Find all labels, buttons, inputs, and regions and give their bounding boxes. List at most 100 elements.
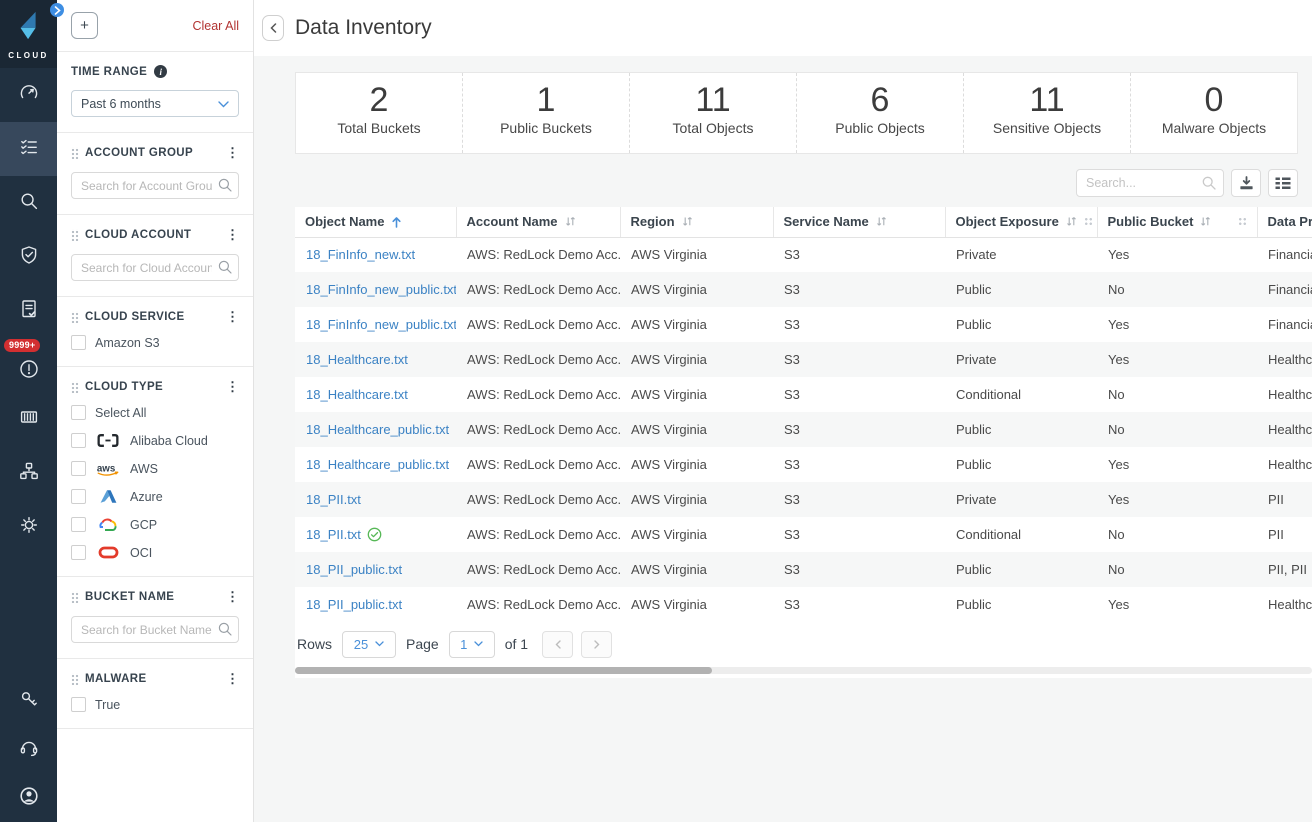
checkbox[interactable]: [71, 461, 86, 476]
collapse-filter-button[interactable]: [262, 15, 284, 41]
stat-label: Total Buckets: [296, 120, 462, 136]
settings-icon: [18, 514, 40, 541]
sidebar-item-reports[interactable]: [0, 284, 57, 338]
drag-handle-icon[interactable]: [71, 591, 79, 603]
download-csv-button[interactable]: [1231, 169, 1261, 197]
drag-handle-icon[interactable]: [71, 311, 79, 323]
checkbox-option-oci[interactable]: OCI: [71, 544, 239, 561]
cell-public-bucket: No: [1097, 412, 1257, 447]
sidebar-item-alerts[interactable]: 9999+: [0, 338, 57, 392]
kebab-menu-icon[interactable]: ⋮: [226, 672, 239, 685]
column-header-inner: Object Exposure: [956, 214, 1087, 229]
clear-all-filters-button[interactable]: Clear All: [192, 19, 239, 33]
column-header-region[interactable]: Region: [620, 207, 773, 237]
column-settings-button[interactable]: [1268, 169, 1298, 197]
scrollbar-track[interactable]: [295, 667, 1312, 674]
account-group-search-input[interactable]: [71, 172, 239, 199]
info-icon[interactable]: i: [154, 65, 167, 78]
cloud-account-search-input[interactable]: [71, 254, 239, 281]
sidebar-item-settings[interactable]: [0, 500, 57, 554]
drag-handle-icon[interactable]: [71, 229, 79, 241]
sidebar-item-inventory[interactable]: [0, 122, 57, 176]
next-page-button[interactable]: [581, 631, 612, 658]
sidebar-item-access-key[interactable]: [0, 678, 57, 726]
column-drag-handle-icon[interactable]: [1084, 217, 1093, 226]
previous-page-button[interactable]: [542, 631, 573, 658]
checkbox-option-azure[interactable]: Azure: [71, 488, 239, 505]
object-name-link[interactable]: 18_FinInfo_new_public.txt: [306, 282, 456, 297]
drag-handle-icon[interactable]: [71, 673, 79, 685]
cell-object-name: 18_PII_public.txt: [295, 552, 456, 587]
object-name-link[interactable]: 18_PII.txt: [306, 527, 361, 542]
chevron-down-icon: [375, 641, 384, 647]
object-name-link[interactable]: 18_Healthcare_public.txt: [306, 422, 449, 437]
object-name-link[interactable]: 18_Healthcare_public.txt: [306, 457, 449, 472]
cell-region: AWS Virginia: [620, 237, 773, 272]
object-name-link[interactable]: 18_Healthcare.txt: [306, 387, 408, 402]
sidebar-item-compute[interactable]: [0, 392, 57, 446]
cell-region: AWS Virginia: [620, 447, 773, 482]
object-name-link[interactable]: 18_FinInfo_new_public.txt: [306, 317, 456, 332]
scrollbar-thumb[interactable]: [295, 667, 712, 674]
column-header-data-profile[interactable]: Data Profile: [1257, 207, 1312, 237]
add-filter-button[interactable]: +: [71, 12, 98, 39]
object-name-link[interactable]: 18_PII.txt: [306, 492, 361, 507]
column-header-service-name[interactable]: Service Name: [773, 207, 945, 237]
stat-value: 1: [463, 82, 629, 119]
expand-filter-badge[interactable]: [50, 3, 64, 17]
kebab-menu-icon[interactable]: ⋮: [226, 146, 239, 159]
cell-service-name: S3: [773, 552, 945, 587]
checkbox[interactable]: [71, 697, 86, 712]
object-name-link[interactable]: 18_FinInfo_new.txt: [306, 247, 415, 262]
sidebar-item-profile[interactable]: [0, 774, 57, 822]
kebab-menu-icon[interactable]: ⋮: [226, 590, 239, 603]
checkbox-option-aws[interactable]: awsAWS: [71, 460, 239, 477]
checkbox[interactable]: [71, 335, 86, 350]
kebab-menu-icon[interactable]: ⋮: [226, 380, 239, 393]
filter-search: [71, 616, 239, 643]
filter-section-header: ACCOUNT GROUP⋮: [71, 146, 239, 159]
drag-handle-icon[interactable]: [71, 381, 79, 393]
checkbox[interactable]: [71, 489, 86, 504]
alerts-count-badge: 9999+: [4, 339, 40, 352]
kebab-menu-icon[interactable]: ⋮: [226, 310, 239, 323]
filter-sections: ACCOUNT GROUP⋮CLOUD ACCOUNT⋮CLOUD SERVIC…: [57, 133, 253, 729]
checkbox-option-amazon-s3[interactable]: Amazon S3: [71, 334, 239, 351]
object-name-link[interactable]: 18_PII_public.txt: [306, 597, 402, 612]
column-header-inner: Account Name: [467, 214, 610, 229]
table-header-row: Object Name Account Name RegionService Nam…: [295, 207, 1312, 237]
rows-per-page-select[interactable]: 25: [342, 631, 396, 658]
cell-region: AWS Virginia: [620, 587, 773, 622]
sidebar-item-governance[interactable]: [0, 230, 57, 284]
object-name-link[interactable]: 18_PII_public.txt: [306, 562, 402, 577]
column-header-account-name[interactable]: Account Name: [456, 207, 620, 237]
checkbox[interactable]: [71, 433, 86, 448]
column-header-public-bucket[interactable]: Public Bucket: [1097, 207, 1257, 237]
checkbox-option-alibaba-cloud[interactable]: Alibaba Cloud: [71, 432, 239, 449]
column-drag-handle-icon[interactable]: [1238, 217, 1247, 226]
kebab-menu-icon[interactable]: ⋮: [226, 228, 239, 241]
column-label: Data Profile: [1268, 214, 1312, 229]
column-header-object-exposure[interactable]: Object Exposure: [945, 207, 1097, 237]
object-name-link[interactable]: 18_Healthcare.txt: [306, 352, 408, 367]
checkbox[interactable]: [71, 545, 86, 560]
time-range-select[interactable]: Past 6 months: [71, 90, 239, 117]
sidebar-item-search[interactable]: [0, 176, 57, 230]
checkbox[interactable]: [71, 405, 86, 420]
icon-sidebar: CLOUD 9999+: [0, 0, 57, 822]
prisma-cloud-logo[interactable]: CLOUD: [0, 0, 57, 68]
bucket-name-search-input[interactable]: [71, 616, 239, 643]
page-select[interactable]: 1: [449, 631, 495, 658]
drag-handle-icon[interactable]: [71, 147, 79, 159]
sidebar-item-network[interactable]: [0, 446, 57, 500]
checkbox[interactable]: [71, 517, 86, 532]
sidebar-item-dashboard[interactable]: [0, 68, 57, 122]
stat-value: 11: [630, 82, 796, 119]
column-header-object-name[interactable]: Object Name: [295, 207, 456, 237]
sort-icon: [682, 216, 693, 227]
checkbox-option-true[interactable]: True: [71, 696, 239, 713]
checkbox-option-select-all[interactable]: Select All: [71, 404, 239, 421]
sidebar-item-support[interactable]: [0, 726, 57, 774]
checkbox-option-gcp[interactable]: GCP: [71, 516, 239, 533]
checkbox-label: Amazon S3: [95, 336, 160, 350]
